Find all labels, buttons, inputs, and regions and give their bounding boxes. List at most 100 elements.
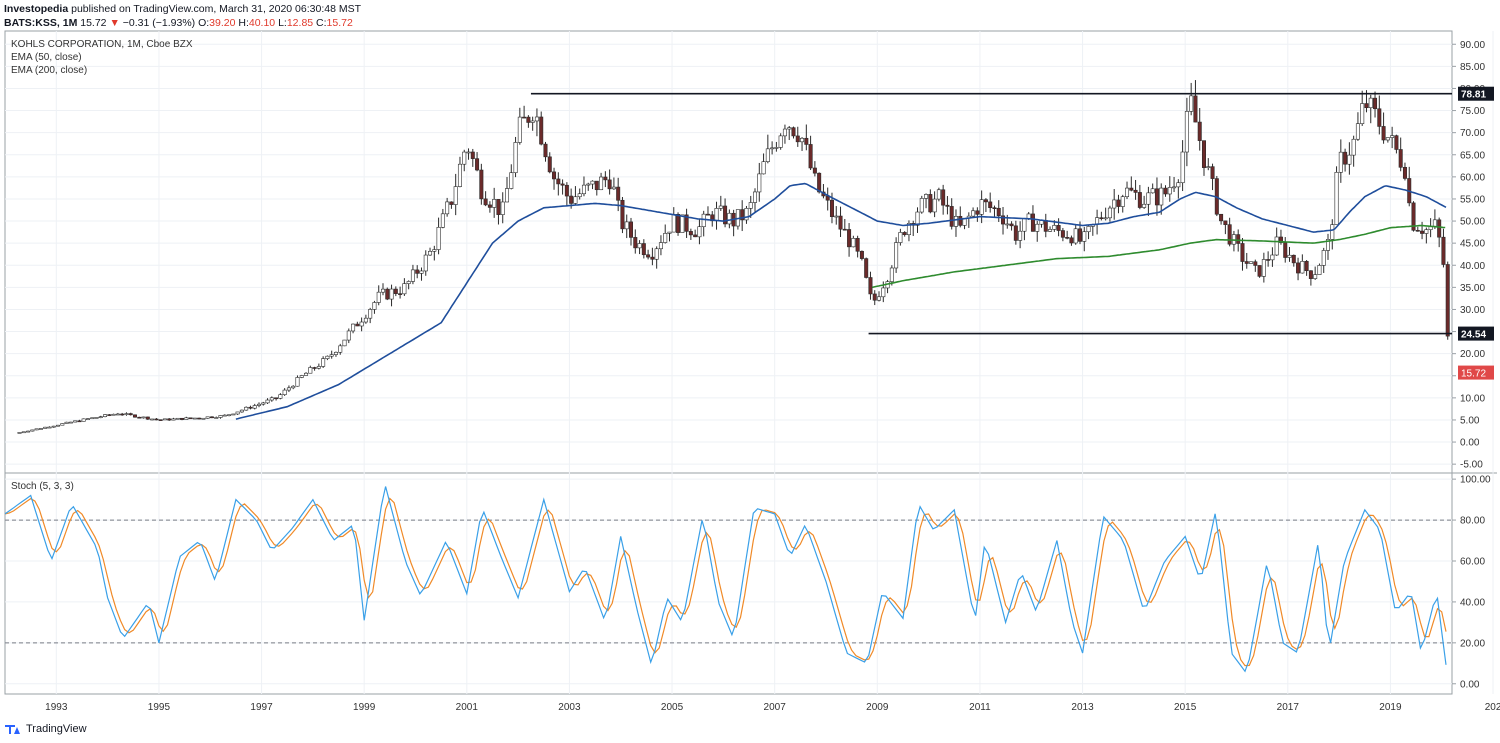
candle-body — [1343, 151, 1348, 165]
candle-body — [1184, 111, 1189, 153]
candle-body — [1381, 126, 1386, 141]
candle-body — [21, 431, 26, 434]
candle-body — [128, 413, 133, 416]
candle-body — [932, 198, 937, 213]
time-tick-label: 1993 — [45, 702, 68, 713]
candle-body — [629, 221, 634, 238]
price-tick-label: 60.00 — [1460, 172, 1485, 183]
candle-body — [98, 416, 103, 418]
candle-body — [197, 417, 202, 420]
candle-body — [1048, 229, 1053, 232]
candle-body — [1441, 236, 1446, 265]
candle-body — [440, 213, 445, 228]
candle-body — [650, 256, 655, 260]
stoch-legend: Stoch (5, 3, 3) — [11, 481, 74, 492]
stoch-tick-label: 0.00 — [1460, 679, 1480, 690]
candle-body — [1206, 166, 1211, 168]
candle-body — [419, 270, 424, 274]
candle-body — [1013, 225, 1018, 241]
candle-body — [693, 234, 698, 238]
candle-body — [847, 229, 852, 248]
candle-body — [1373, 97, 1378, 110]
candle-body — [205, 416, 210, 419]
level-badge-label: 24.54 — [1461, 330, 1486, 341]
candle-body — [372, 302, 377, 310]
candle-body — [1073, 228, 1078, 244]
stoch-tick-label: 20.00 — [1460, 638, 1485, 649]
candle-body — [436, 227, 441, 250]
stoch-k-line — [4, 486, 1447, 673]
candle-body — [795, 135, 800, 143]
candle-body — [1270, 254, 1275, 261]
candle-body — [620, 199, 625, 230]
candle-body — [727, 212, 732, 225]
stoch-tick-label: 40.00 — [1460, 597, 1485, 608]
candle-body — [445, 201, 450, 215]
chart-legend: KOHLS CORPORATION, 1M, Cboe BZX EMA (50,… — [11, 38, 193, 77]
candle-body — [77, 420, 82, 423]
candle-body — [877, 296, 882, 301]
candle-body — [278, 394, 283, 399]
candle-body — [1283, 242, 1288, 258]
footer: TradingView — [4, 723, 87, 735]
candle-body — [919, 198, 924, 213]
candle-body — [1338, 151, 1343, 173]
candle-body — [898, 232, 903, 243]
candle-body — [838, 215, 843, 230]
price-tick-label: -5.00 — [1460, 460, 1483, 471]
candle-body — [1313, 274, 1318, 279]
candle-body — [834, 215, 839, 218]
candle-body — [633, 237, 638, 249]
candle-body — [150, 418, 155, 421]
candle-body — [757, 173, 762, 193]
candle-body — [1347, 154, 1352, 165]
time-tick-label: 202 — [1485, 702, 1500, 713]
price-tick-label: 20.00 — [1460, 349, 1485, 360]
price-tick-label: 5.00 — [1460, 415, 1480, 426]
candle-body — [607, 179, 612, 190]
candle-body — [1253, 261, 1258, 266]
candle-body — [590, 180, 595, 185]
candle-body — [85, 418, 90, 420]
candle-body — [1219, 213, 1224, 222]
candle-body — [851, 238, 856, 248]
candle-body — [1257, 265, 1262, 277]
candle-body — [158, 419, 163, 421]
candle-body — [539, 116, 544, 145]
candle-body — [342, 339, 347, 347]
candle-body — [376, 291, 381, 303]
candle-body — [534, 116, 539, 122]
candle-body — [616, 186, 621, 201]
candle-body — [487, 204, 492, 208]
candle-body — [1266, 259, 1271, 261]
legend-title: KOHLS CORPORATION, 1M, Cboe BZX — [11, 39, 193, 50]
candle-body — [1180, 151, 1185, 184]
candle-body — [1420, 230, 1425, 234]
candle-body — [804, 137, 809, 145]
candle-body — [1227, 224, 1232, 245]
candle-body — [56, 424, 61, 427]
candle-body — [120, 413, 125, 416]
candle-body — [1030, 213, 1035, 232]
candle-body — [1415, 229, 1420, 232]
candle-body — [988, 201, 993, 208]
price-tick-label: 30.00 — [1460, 305, 1485, 316]
candle-body — [329, 354, 334, 357]
candle-body — [1385, 137, 1390, 141]
candle-body — [389, 288, 394, 300]
candle-body — [1103, 217, 1108, 220]
price-chart[interactable]: 1993 1995 1997 1999 2001 2003 2005 2007 2009 2011… — [0, 0, 1500, 743]
candle-body — [299, 375, 304, 378]
candle-body — [1236, 234, 1241, 244]
time-tick-label: 2011 — [969, 702, 991, 713]
candle-body — [983, 199, 988, 203]
candle-body — [1398, 149, 1403, 168]
candle-body — [1261, 259, 1266, 277]
candle-body — [363, 317, 368, 323]
candle-body — [1018, 230, 1023, 241]
candle-body — [214, 417, 219, 419]
candle-body — [60, 423, 65, 426]
candle-body — [38, 428, 43, 430]
candle-body — [680, 214, 685, 233]
candle-body — [791, 127, 796, 137]
